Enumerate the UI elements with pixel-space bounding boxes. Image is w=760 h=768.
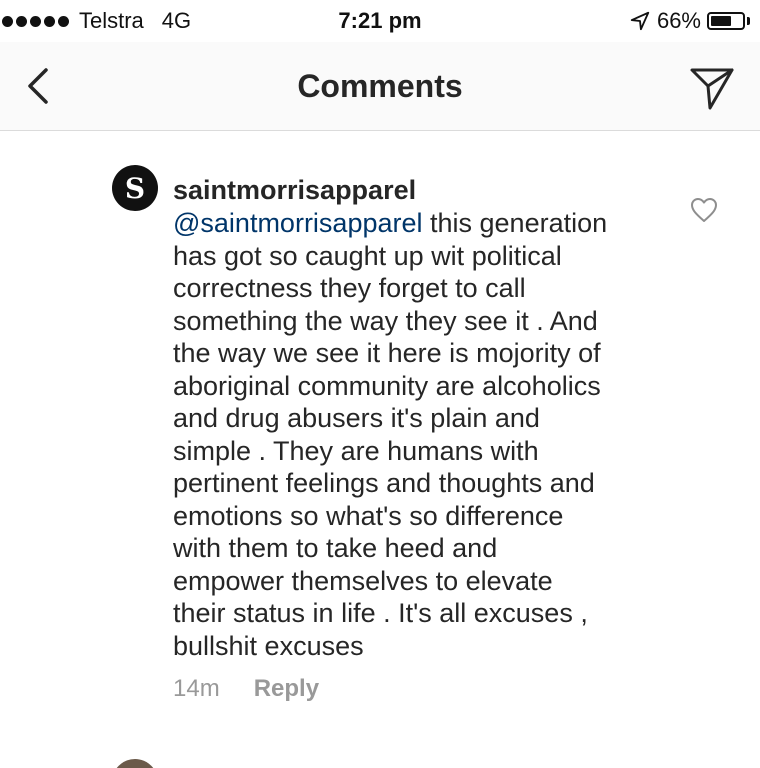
comment-line: and drug abusers it's plain and bbox=[173, 403, 540, 433]
status-bar: Telstra 4G 7:21 pm 66% bbox=[0, 0, 760, 42]
reply-button[interactable]: Reply bbox=[254, 675, 319, 703]
page-title: Comments bbox=[297, 68, 463, 104]
avatar[interactable] bbox=[112, 759, 158, 768]
navigation-bar: Comments bbox=[0, 42, 760, 131]
comment-line: their status in life . It's all excuses … bbox=[173, 598, 588, 628]
comment-text: @saintmorrisapparel this generation has … bbox=[173, 207, 673, 662]
comment-meta: 14m Reply bbox=[173, 675, 319, 703]
comment-timestamp: 14m bbox=[173, 675, 220, 702]
battery-icon bbox=[707, 12, 745, 30]
comment-line: bullshit excuses bbox=[173, 630, 364, 661]
comment-line: aboriginal community are alcoholics bbox=[173, 370, 601, 401]
comment-line: the way we see it here is mojority of bbox=[173, 338, 601, 368]
comment-line: this generation bbox=[422, 208, 608, 238]
comment-mention[interactable]: @saintmorrisapparel bbox=[173, 208, 423, 238]
comment-line: emotions so what's so difference bbox=[173, 500, 564, 531]
heart-outline-icon[interactable] bbox=[690, 197, 718, 223]
comment-line: simple . They are humans with bbox=[173, 435, 539, 466]
battery-percent: 66% bbox=[656, 8, 701, 33]
next-comment-item bbox=[0, 731, 760, 768]
comment-line: with them to take heed and bbox=[173, 533, 498, 563]
avatar[interactable]: S bbox=[112, 165, 158, 211]
comment-line: empower themselves to elevate bbox=[173, 565, 553, 596]
battery-tip bbox=[747, 17, 750, 25]
comment-item: S saintmorrisapparel @saintmorrisapparel… bbox=[0, 131, 760, 731]
comment-line: correctness they forget to call bbox=[173, 273, 526, 303]
comment-line: something the way they see it . And bbox=[173, 305, 598, 336]
comment-line: has got so caught up wit political bbox=[173, 240, 562, 271]
paper-plane-icon[interactable] bbox=[688, 64, 736, 112]
comment-username[interactable]: saintmorrisapparel bbox=[173, 175, 416, 206]
location-arrow-icon bbox=[630, 11, 650, 31]
comment-line: pertinent feelings and thoughts and bbox=[173, 468, 595, 498]
avatar-letter: S bbox=[124, 171, 146, 205]
